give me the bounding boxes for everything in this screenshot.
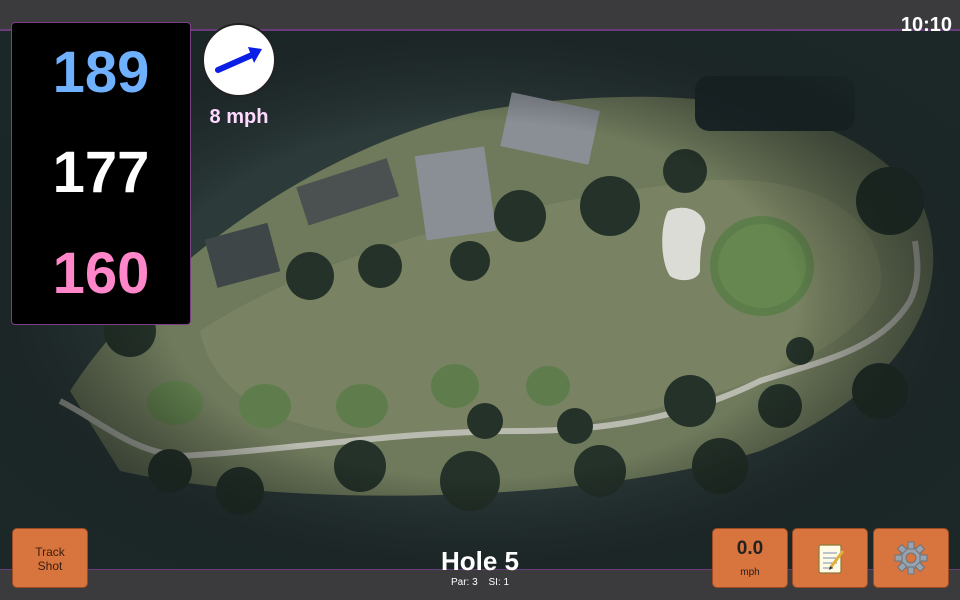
track-shot-button[interactable]: Track Shot (12, 528, 88, 588)
notepad-icon (818, 544, 845, 574)
back-yardage: 189 (52, 40, 150, 106)
speed-button[interactable]: 0.0 mph (712, 528, 788, 588)
wind-arrow-icon (215, 47, 262, 73)
hole-par: Par: 3 (450, 577, 478, 588)
speed-unit: mph (740, 567, 760, 578)
track-shot-label-line1: Track (35, 545, 65, 559)
wind-direction-indicator (202, 23, 276, 97)
hole-title: Hole 5 (440, 546, 520, 576)
middle-yardage: 177 (52, 140, 150, 206)
gear-icon (894, 541, 928, 575)
speed-value: 0.0 (736, 538, 764, 559)
hole-info: Par: 3 SI: 1 (380, 577, 580, 588)
clock: 10:10 (900, 14, 952, 36)
yardage-panel: 189 177 160 (11, 22, 191, 325)
hole-stroke-index: SI: 1 (488, 577, 510, 588)
track-shot-label-line2: Shot (37, 559, 63, 573)
wind-speed: 8 mph (209, 106, 269, 128)
settings-button[interactable] (873, 528, 949, 588)
front-yardage: 160 (52, 240, 150, 306)
scorecard-notes-button[interactable] (792, 528, 868, 588)
